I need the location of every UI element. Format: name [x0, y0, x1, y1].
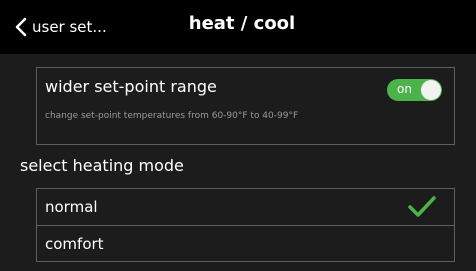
option-label: comfort	[45, 235, 104, 253]
checkmark-icon	[407, 195, 437, 219]
wider-setpoint-toggle[interactable]: on	[387, 79, 442, 101]
heating-mode-option-normal[interactable]: normal	[37, 189, 454, 225]
toggle-state-label: on	[397, 82, 412, 96]
heat-cool-screen: user set... heat / cool wider set-point …	[0, 0, 476, 271]
wider-setpoint-card: wider set-point range change set-point t…	[36, 67, 455, 145]
header-bar: user set... heat / cool	[0, 0, 476, 54]
heating-mode-list: normal comfort	[36, 188, 455, 262]
wider-setpoint-description: change set-point temperatures from 60-90…	[45, 111, 299, 121]
heating-mode-option-comfort[interactable]: comfort	[37, 226, 454, 262]
option-label: normal	[45, 198, 98, 216]
heating-mode-heading: select heating mode	[20, 156, 184, 175]
page-title: heat / cool	[188, 13, 296, 34]
wider-setpoint-title: wider set-point range	[45, 77, 217, 96]
toggle-knob	[421, 80, 441, 100]
